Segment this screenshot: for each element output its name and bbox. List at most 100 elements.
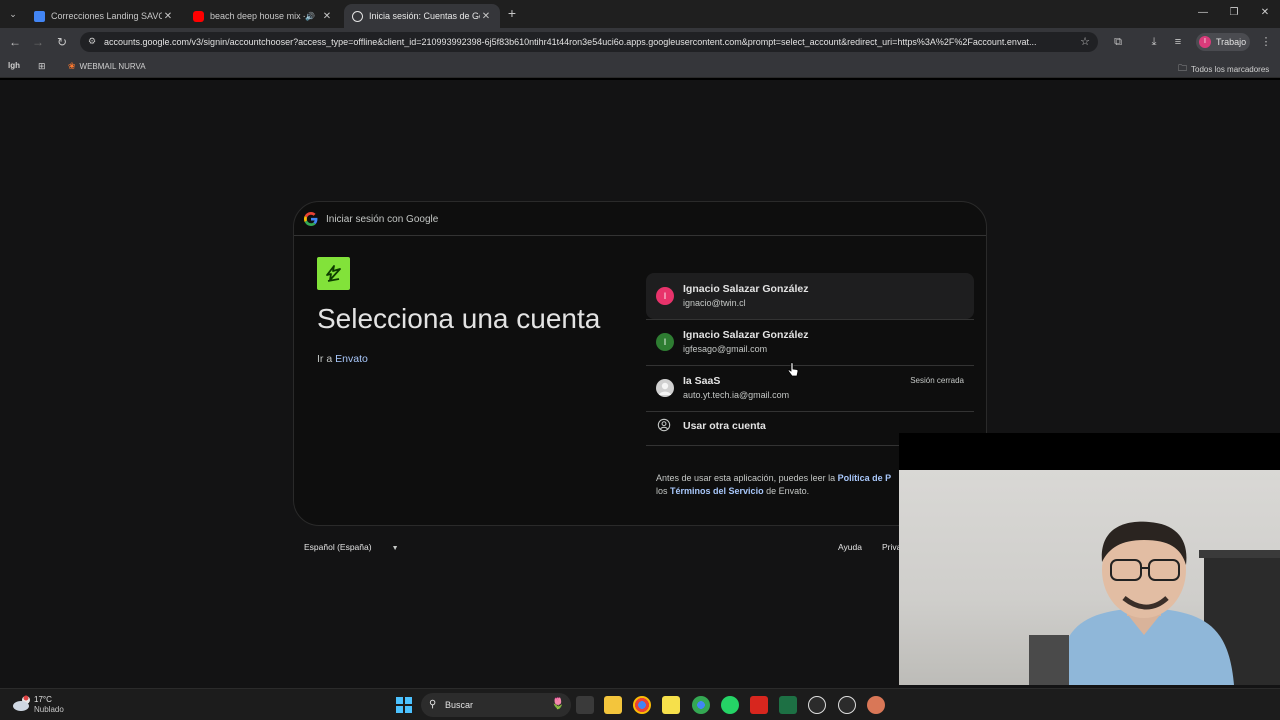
bookmark-lgh[interactable]: lgh: [8, 61, 20, 70]
webcam-person-image: [1029, 521, 1280, 685]
person-placeholder-icon: [659, 382, 671, 395]
account-email: ignacio@twin.cl: [683, 298, 746, 308]
obs-icon[interactable]: [808, 696, 826, 714]
folder-icon: 🗀: [1178, 63, 1188, 73]
policy-connector: los: [656, 486, 668, 496]
signin-header-label: Iniciar sesión con Google: [326, 214, 439, 225]
taskbar-search[interactable]: ⚲ Buscar 🌷: [421, 693, 571, 717]
address-bar[interactable]: ⚙ accounts.google.com/v3/signin/accountc…: [80, 32, 1098, 52]
claude-icon[interactable]: [867, 696, 885, 714]
envato-link[interactable]: Envato: [335, 353, 368, 365]
reload-button[interactable]: ↻: [54, 34, 70, 50]
account-name: Ignacio Salazar González: [683, 283, 809, 295]
signin-card: Iniciar sesión con Google Selecciona una…: [293, 201, 987, 526]
restore-button[interactable]: ❐: [1219, 4, 1249, 22]
tab-title: Correcciones Landing SAVOUR: [51, 11, 162, 21]
bookmark-star-icon[interactable]: ☆: [1080, 35, 1090, 48]
redirect-text: Ir a Envato: [317, 353, 368, 365]
close-window-button[interactable]: ✕: [1250, 4, 1280, 22]
account-item[interactable]: Ia SaaS auto.yt.tech.ia@gmail.com Sesión…: [646, 365, 974, 411]
tab-close-icon[interactable]: ✕: [321, 11, 333, 22]
account-email: auto.yt.tech.ia@gmail.com: [683, 390, 790, 400]
whatsapp-icon[interactable]: [721, 696, 739, 714]
page-title: Selecciona una cuenta: [317, 303, 601, 334]
downloads-icon[interactable]: ⤓: [1146, 34, 1162, 50]
policy-outro: de Envato.: [766, 486, 810, 496]
apps-grid-icon[interactable]: ⊞: [38, 61, 50, 72]
webcam-overlay: [899, 433, 1280, 685]
browser-menu-icon[interactable]: ⋮: [1258, 34, 1274, 50]
signed-out-status: Sesión cerrada: [910, 376, 964, 385]
profile-button[interactable]: I Trabajo: [1196, 33, 1250, 51]
tab-title: beach deep house mix - YouTube: [210, 11, 305, 21]
search-highlight-icon: 🌷: [551, 698, 565, 710]
google-logo-icon: [304, 212, 318, 226]
terms-link[interactable]: Términos del Servicio: [670, 486, 764, 496]
url-text[interactable]: accounts.google.com/v3/signin/accountcho…: [104, 36, 1064, 48]
account-item[interactable]: I Ignacio Salazar González igfesago@gmai…: [646, 319, 974, 365]
redirect-prefix: Ir a: [317, 353, 333, 365]
weather-description[interactable]: Nublado: [34, 705, 64, 714]
tab-google-signin[interactable]: Inicia sesión: Cuentas de Google ✕: [344, 4, 500, 28]
browser-toolbar: ← → ↻ ⚙ accounts.google.com/v3/signin/ac…: [0, 28, 1280, 56]
language-label: Español (España): [304, 542, 372, 552]
tab-correcciones[interactable]: Correcciones Landing SAVOUR ✕: [26, 4, 182, 28]
language-selector[interactable]: Español (España) ▼: [304, 542, 399, 552]
forward-button[interactable]: →: [30, 34, 46, 50]
webcam-video: [899, 470, 1280, 685]
avatar: I: [656, 333, 674, 351]
avatar: I: [656, 287, 674, 305]
tab-youtube[interactable]: beach deep house mix - YouTube 🔊 ✕: [185, 4, 341, 28]
bookmark-label: lgh: [8, 61, 20, 70]
tab-close-icon[interactable]: ✕: [480, 11, 492, 22]
new-tab-button[interactable]: +: [505, 6, 519, 20]
site-info-icon[interactable]: ⚙: [88, 36, 96, 47]
bookmarks-bar: lgh ⊞ ❀ WEBMAIL NURVA 🗀 Todos los marcad…: [0, 56, 1280, 78]
tab-close-icon[interactable]: ✕: [162, 11, 174, 22]
task-view-icon[interactable]: [576, 696, 594, 714]
account-circle-icon: [657, 418, 671, 432]
account-email: igfesago@gmail.com: [683, 344, 768, 354]
chrome-profile-icon[interactable]: [692, 696, 710, 714]
account-name: Ia SaaS: [683, 375, 721, 387]
policy-intro: Antes de usar esta aplicación, puedes le…: [656, 473, 836, 483]
windows-taskbar: 17°C Nublado ⚲ Buscar 🌷: [0, 688, 1280, 720]
all-bookmarks-label: Todos los marcadores: [1191, 64, 1270, 74]
all-bookmarks-folder[interactable]: 🗀 Todos los marcadores: [1178, 61, 1269, 77]
dropdown-arrow-icon: ▼: [391, 545, 399, 552]
file-explorer-icon[interactable]: [604, 696, 622, 714]
profile-name: Trabajo: [1216, 37, 1247, 47]
minimize-button[interactable]: —: [1188, 4, 1218, 22]
envato-logo-icon: [317, 257, 350, 290]
app-icon[interactable]: [838, 696, 856, 714]
profile-avatar: I: [1199, 36, 1211, 48]
use-another-account-label: Usar otra cuenta: [683, 420, 766, 432]
weather-temperature[interactable]: 17°C: [34, 695, 52, 704]
avatar: [656, 379, 674, 397]
audio-playing-icon[interactable]: 🔊: [305, 12, 315, 21]
search-label: Buscar: [445, 700, 474, 710]
tab-search-icon[interactable]: ⌄: [4, 5, 22, 23]
hand-cursor-icon: [787, 362, 799, 377]
media-control-icon[interactable]: ≡: [1170, 34, 1186, 50]
signin-header: Iniciar sesión con Google: [294, 202, 986, 236]
browser-tab-strip: ⌄ Correcciones Landing SAVOUR ✕ beach de…: [0, 0, 1280, 28]
excel-icon[interactable]: [779, 696, 797, 714]
bookmark-label: WEBMAIL NURVA: [79, 62, 146, 71]
webmail-icon: ❀: [68, 61, 76, 71]
bookmark-webmail-nurva[interactable]: ❀ WEBMAIL NURVA: [68, 61, 146, 72]
search-icon: ⚲: [429, 699, 437, 710]
acrobat-icon[interactable]: [750, 696, 768, 714]
sticky-notes-icon[interactable]: [662, 696, 680, 714]
privacy-policy-link[interactable]: Política de P: [838, 473, 892, 483]
account-name: Ignacio Salazar González: [683, 329, 809, 341]
chrome-icon[interactable]: [633, 696, 651, 714]
cloudy-weather-icon[interactable]: [12, 695, 32, 713]
account-item[interactable]: I Ignacio Salazar González ignacio@twin.…: [646, 273, 974, 319]
extensions-icon[interactable]: ⧉: [1110, 34, 1126, 50]
youtube-favicon-icon: [193, 10, 204, 22]
globe-favicon-icon: [352, 10, 363, 22]
back-button[interactable]: ←: [7, 34, 23, 50]
windows-start-icon[interactable]: [396, 697, 412, 713]
help-link[interactable]: Ayuda: [838, 542, 862, 552]
